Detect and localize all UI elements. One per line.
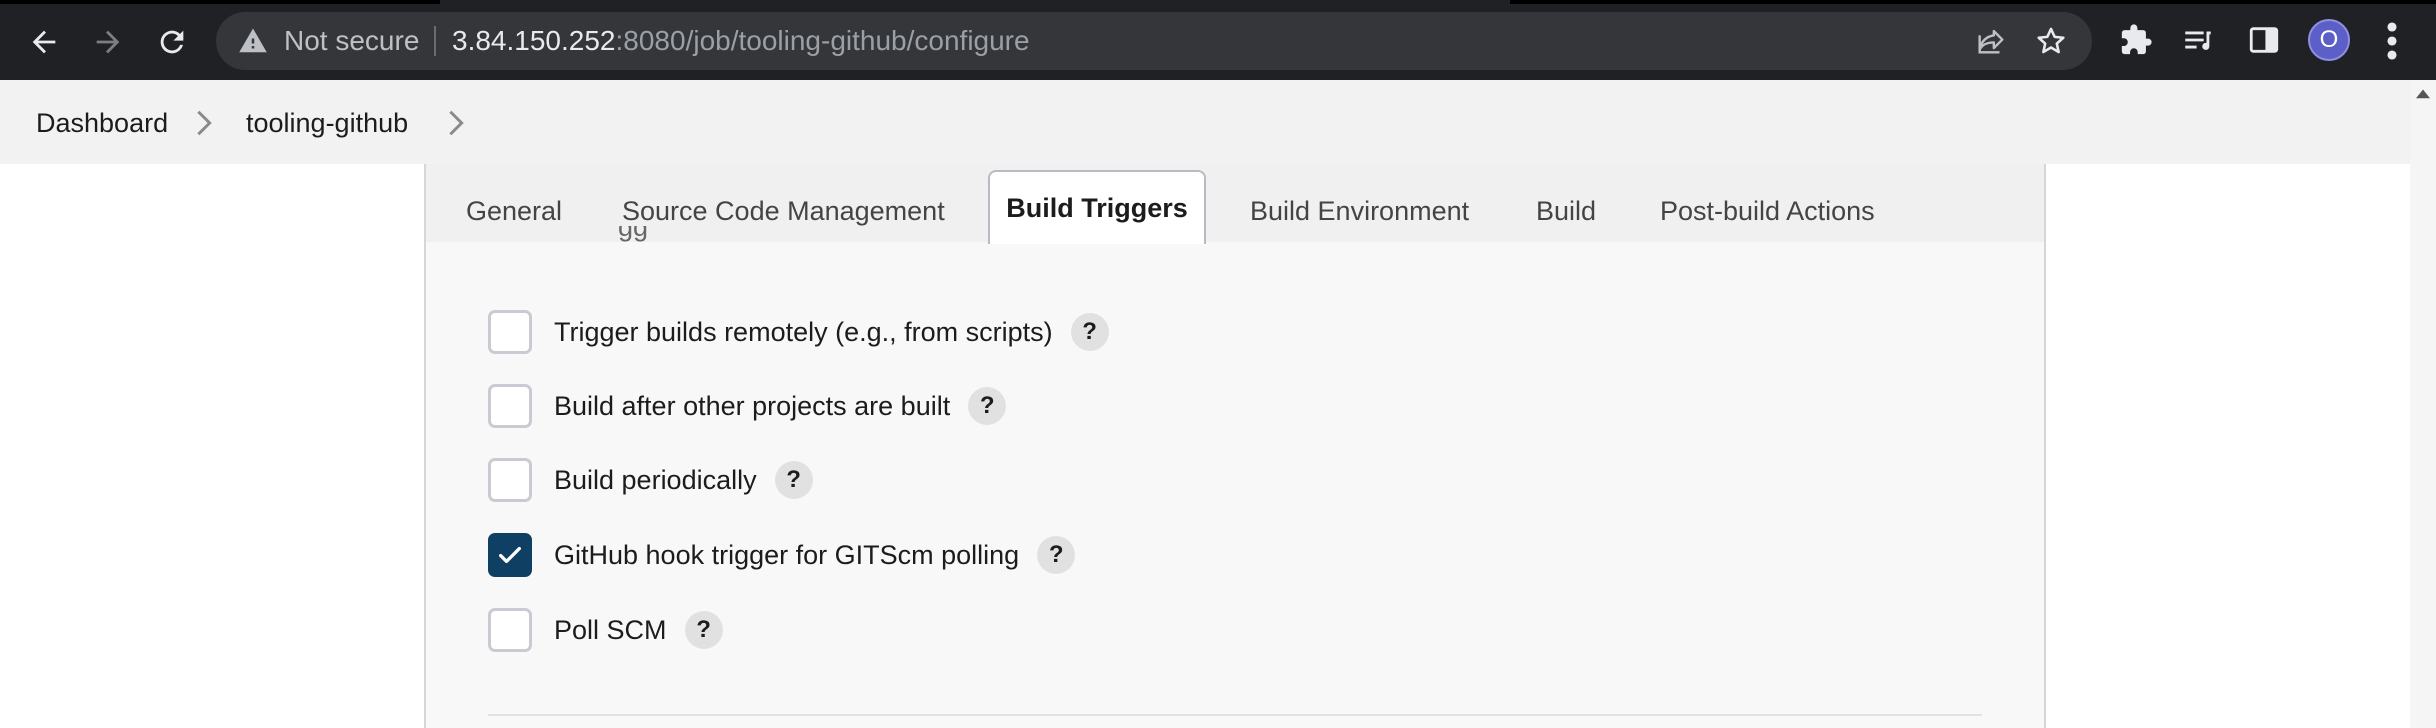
warning-icon[interactable] [238, 26, 268, 56]
checkmark-icon [499, 546, 521, 564]
url-host: 3.84.150.252 [452, 25, 616, 56]
extensions-button[interactable] [2114, 18, 2158, 62]
profile-avatar[interactable]: O [2308, 19, 2350, 61]
browser-toolbar: Not secure 3.84.150.252:8080/job/tooling… [0, 0, 2436, 80]
breadcrumb-job[interactable]: tooling-github [246, 106, 408, 140]
side-panel-button[interactable] [2242, 18, 2286, 62]
trigger-option-label[interactable]: Poll SCM [554, 615, 667, 646]
tab-build[interactable]: Build [1536, 194, 1596, 228]
breadcrumb: Dashboard tooling-github [0, 80, 2410, 164]
security-label[interactable]: Not secure [284, 24, 419, 58]
page-scrollbar[interactable] [2410, 80, 2436, 728]
reload-icon [160, 30, 184, 54]
build-periodically-checkbox[interactable] [488, 458, 532, 502]
breadcrumb-dashboard[interactable]: Dashboard [36, 106, 168, 140]
chevron-right-icon [197, 110, 212, 136]
address-separator [434, 26, 436, 56]
star-icon[interactable] [2034, 24, 2068, 58]
extensions-icon [2121, 24, 2152, 55]
tab-strip-edge [1510, 0, 2436, 4]
help-icon[interactable]: ? [684, 611, 723, 649]
tab-post-build-actions[interactable]: Post-build Actions [1660, 194, 1875, 228]
trigger-option: Trigger builds remotely (e.g., from scri… [488, 309, 1109, 355]
back-button[interactable] [16, 14, 72, 70]
build-after-checkbox[interactable] [488, 384, 532, 428]
trigger-option-label[interactable]: Build after other projects are built [554, 391, 950, 422]
help-icon[interactable]: ? [968, 387, 1007, 425]
tab-source-code-management[interactable]: Source Code Management [622, 194, 945, 228]
trigger-option: Build after other projects are built ? [488, 383, 1007, 429]
reload-button[interactable] [144, 14, 200, 70]
tab-general[interactable]: General [466, 194, 562, 228]
address-bar[interactable]: Not secure 3.84.150.252:8080/job/tooling… [216, 12, 2092, 70]
trigger-option: GitHub hook trigger for GITScm polling ? [488, 532, 1076, 578]
poll-scm-checkbox[interactable] [488, 608, 532, 652]
help-icon[interactable]: ? [1037, 536, 1076, 574]
trigger-option-label[interactable]: Build periodically [554, 465, 757, 496]
tab-build-environment[interactable]: Build Environment [1250, 194, 1469, 228]
url-path: :8080/job/tooling-github/configure [615, 25, 1030, 56]
trigger-option: Poll SCM ? [488, 607, 723, 653]
reading-list-icon [2185, 31, 2211, 50]
tab-strip-edge [0, 0, 440, 4]
reading-list-button[interactable] [2176, 18, 2220, 62]
section-heading-partial: gg [618, 226, 649, 242]
url-text[interactable]: 3.84.150.252:8080/job/tooling-github/con… [452, 24, 1030, 58]
help-icon[interactable]: ? [1070, 313, 1109, 351]
chevron-right-icon[interactable] [446, 108, 466, 138]
share-icon[interactable] [1974, 24, 2008, 58]
help-icon[interactable]: ? [774, 461, 813, 499]
github-hook-checkbox[interactable] [488, 533, 532, 577]
section-divider [488, 714, 1982, 716]
trigger-option: Build periodically ? [488, 457, 813, 503]
tab-build-triggers[interactable]: Build Triggers [988, 170, 1206, 244]
back-icon [32, 30, 56, 54]
trigger-remote-checkbox[interactable] [488, 310, 532, 354]
more-icon[interactable] [2380, 20, 2404, 62]
trigger-option-label[interactable]: Trigger builds remotely (e.g., from scri… [554, 317, 1053, 348]
forward-icon [96, 30, 120, 54]
scroll-up-icon[interactable] [2414, 86, 2432, 100]
side-panel-icon [2249, 27, 2279, 53]
trigger-option-label[interactable]: GitHub hook trigger for GITScm polling [554, 540, 1019, 571]
forward-button[interactable] [80, 14, 136, 70]
